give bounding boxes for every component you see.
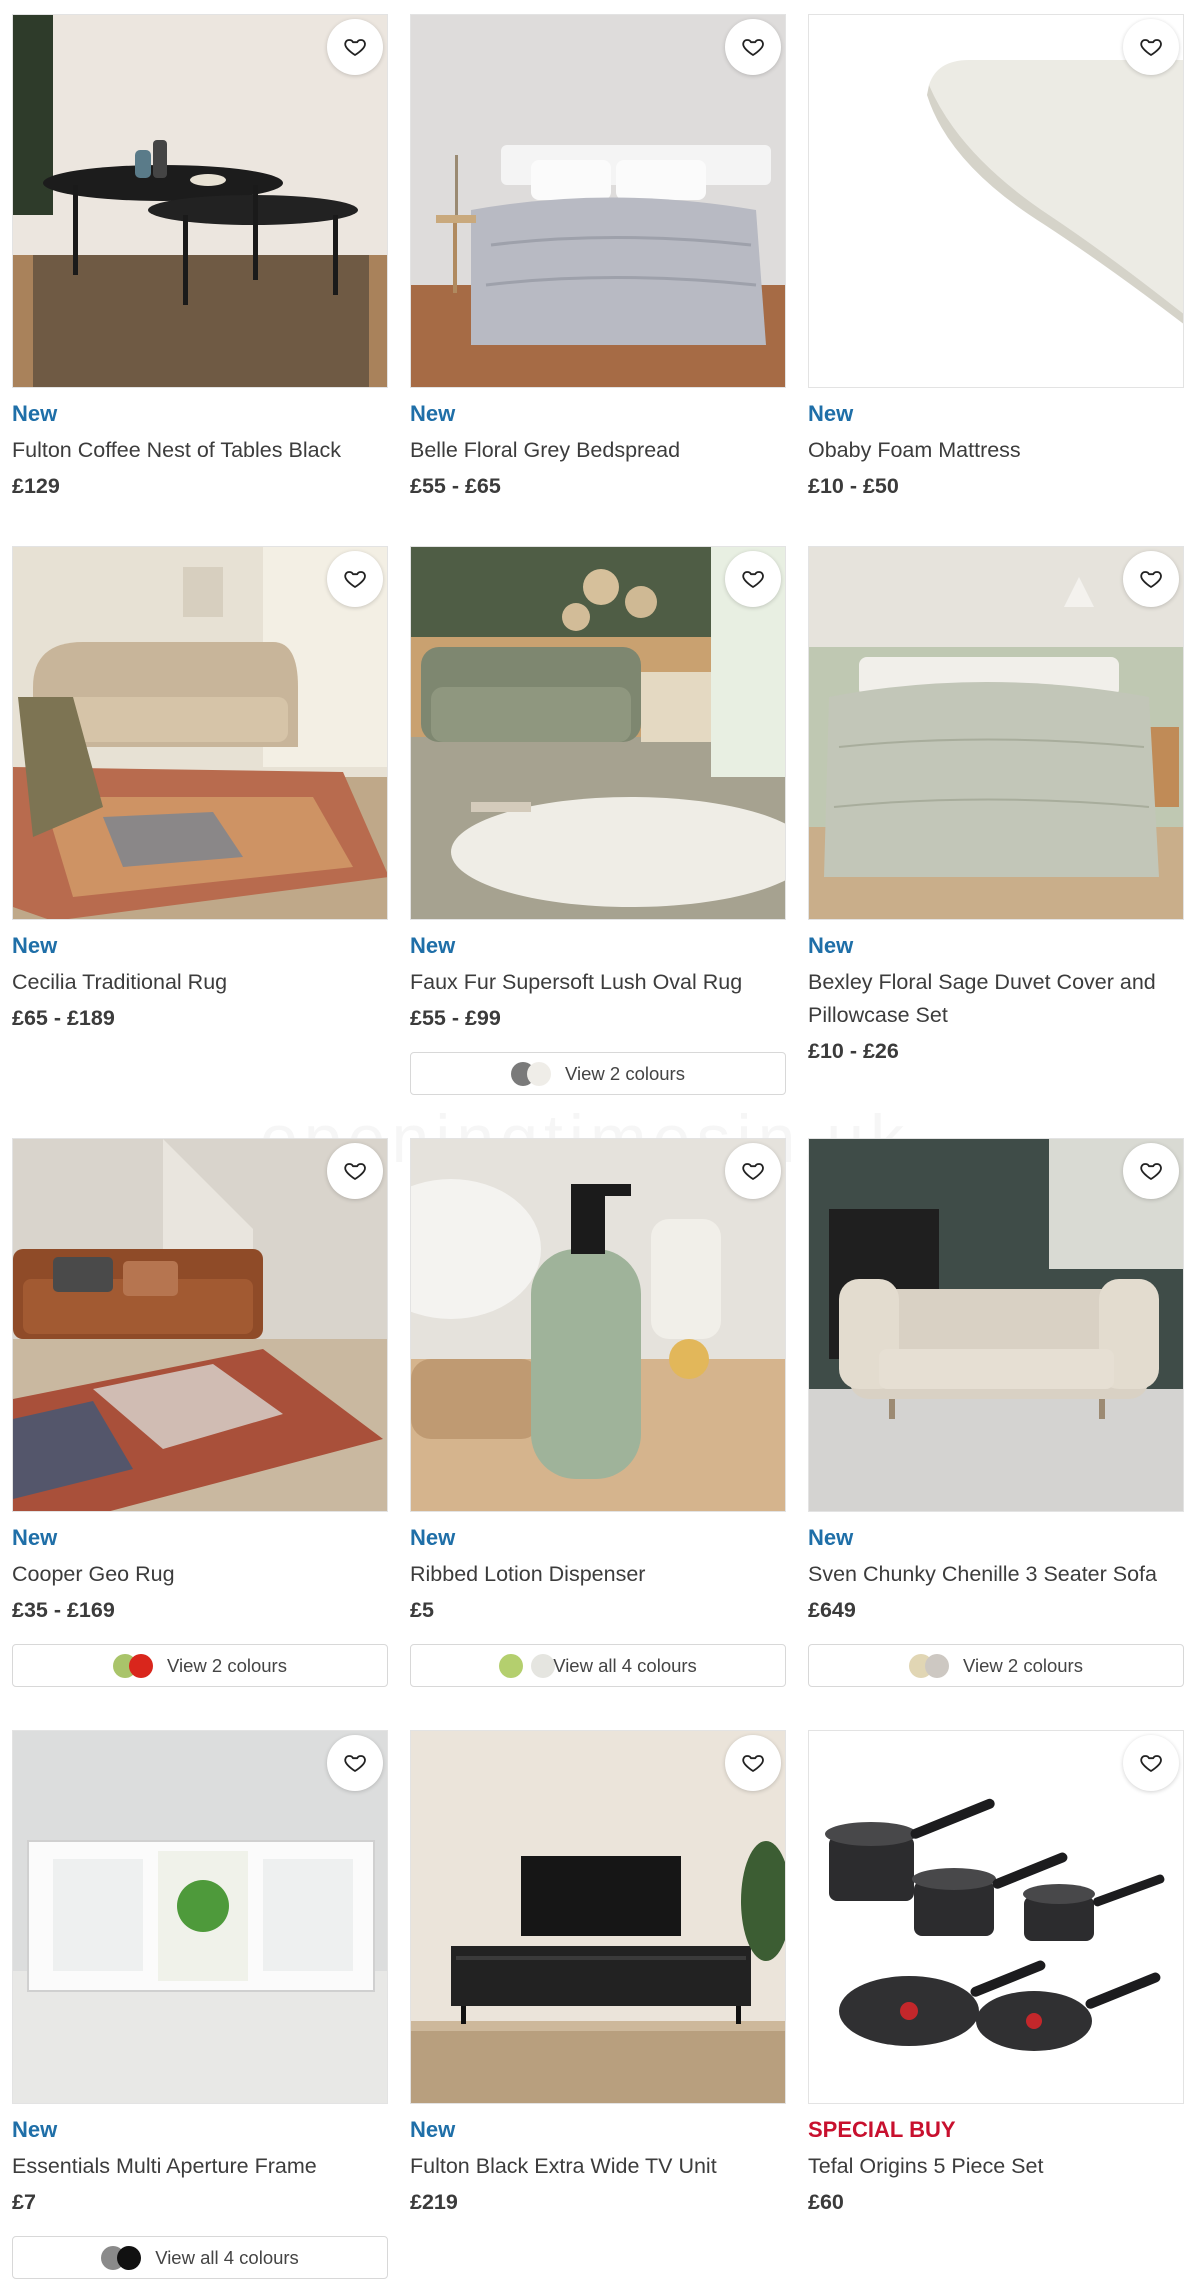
new-badge: New: [12, 401, 58, 426]
product-image[interactable]: [12, 1730, 388, 2104]
heart-icon: [742, 571, 764, 588]
view-colours-label: View 2 colours: [565, 1062, 685, 1084]
product-image[interactable]: [12, 546, 388, 920]
new-badge: New: [12, 933, 58, 958]
product-image[interactable]: [12, 14, 388, 388]
colour-swatch: [527, 1061, 551, 1086]
wishlist-button[interactable]: [1123, 551, 1179, 607]
product-price: £649: [808, 1598, 856, 1622]
product-price: £10 - £26: [808, 1039, 899, 1063]
view-colours-button[interactable]: View all 4 colours: [410, 1644, 786, 1687]
heart-icon: [1140, 571, 1162, 588]
view-colours-label: View all 4 colours: [155, 2246, 299, 2268]
heart-icon: [344, 1163, 366, 1180]
wishlist-button[interactable]: [1123, 19, 1179, 75]
product-title[interactable]: Fulton Coffee Nest of Tables Black: [12, 434, 388, 467]
new-badge: New: [808, 401, 854, 426]
wishlist-button[interactable]: [327, 1735, 383, 1791]
heart-icon: [742, 39, 764, 56]
new-badge: New: [410, 2117, 456, 2142]
view-colours-button[interactable]: View 2 colours: [12, 1644, 388, 1687]
view-colours-label: View 2 colours: [963, 1654, 1083, 1676]
colour-swatches: [499, 1653, 556, 1679]
view-colours-button[interactable]: View 2 colours: [410, 1052, 786, 1095]
product-title[interactable]: Sven Chunky Chenille 3 Seater Sofa: [808, 1558, 1184, 1591]
colour-swatch: [117, 2245, 142, 2270]
special-buy-badge: SPECIAL BUY: [808, 2117, 956, 2142]
wishlist-button[interactable]: [725, 551, 781, 607]
new-badge: New: [808, 933, 854, 958]
product-image[interactable]: [808, 14, 1184, 388]
heart-icon: [1140, 1163, 1162, 1180]
wishlist-button[interactable]: [327, 1143, 383, 1199]
heart-icon: [742, 1163, 764, 1180]
view-colours-button[interactable]: View 2 colours: [808, 1644, 1184, 1687]
product-title[interactable]: Belle Floral Grey Bedspread: [410, 434, 786, 467]
product-price: £10 - £50: [808, 474, 899, 498]
product-price: £129: [12, 474, 60, 498]
colour-swatch: [129, 1653, 153, 1678]
view-colours-label: View 2 colours: [167, 1654, 287, 1676]
heart-icon: [344, 571, 366, 588]
product-image[interactable]: [410, 1138, 786, 1512]
product-title[interactable]: Ribbed Lotion Dispenser: [410, 1558, 786, 1591]
product-price: £219: [410, 2190, 458, 2214]
product-price: £35 - £169: [12, 1598, 115, 1622]
product-image[interactable]: [410, 546, 786, 920]
new-badge: New: [410, 933, 456, 958]
wishlist-button[interactable]: [725, 1735, 781, 1791]
product-price: £60: [808, 2190, 844, 2214]
colour-swatches: [511, 1061, 555, 1087]
heart-icon: [742, 1755, 764, 1772]
new-badge: New: [808, 1525, 854, 1550]
heart-icon: [344, 39, 366, 56]
new-badge: New: [12, 2117, 58, 2142]
product-title[interactable]: Faux Fur Supersoft Lush Oval Rug: [410, 966, 786, 999]
product-image[interactable]: [410, 1730, 786, 2104]
heart-icon: [1140, 39, 1162, 56]
view-colours-label: View all 4 colours: [553, 1654, 697, 1676]
product-title[interactable]: Fulton Black Extra Wide TV Unit: [410, 2150, 786, 2183]
wishlist-button[interactable]: [725, 1143, 781, 1199]
product-image[interactable]: [410, 14, 786, 388]
colour-swatch: [531, 1653, 556, 1678]
wishlist-button[interactable]: [725, 19, 781, 75]
colour-swatches: [101, 2245, 145, 2271]
wishlist-button[interactable]: [327, 19, 383, 75]
product-price: £65 - £189: [12, 1006, 115, 1030]
product-price: £7: [12, 2190, 36, 2214]
heart-icon: [344, 1755, 366, 1772]
product-title[interactable]: Tefal Origins 5 Piece Set: [808, 2150, 1184, 2183]
product-image[interactable]: [808, 1138, 1184, 1512]
wishlist-button[interactable]: [1123, 1143, 1179, 1199]
colour-swatch: [499, 1653, 524, 1678]
colour-swatches: [909, 1653, 953, 1679]
wishlist-button[interactable]: [327, 551, 383, 607]
new-badge: New: [410, 401, 456, 426]
product-image[interactable]: [808, 1730, 1184, 2104]
product-price: £55 - £65: [410, 474, 501, 498]
product-title[interactable]: Cecilia Traditional Rug: [12, 966, 388, 999]
product-price: £5: [410, 1598, 434, 1622]
view-colours-button[interactable]: View all 4 colours: [12, 2236, 388, 2279]
product-image[interactable]: [808, 546, 1184, 920]
colour-swatches: [113, 1653, 157, 1679]
wishlist-button[interactable]: [1123, 1735, 1179, 1791]
heart-icon: [1140, 1755, 1162, 1772]
product-title[interactable]: Cooper Geo Rug: [12, 1558, 388, 1591]
product-price: £55 - £99: [410, 1006, 501, 1030]
product-title[interactable]: Bexley Floral Sage Duvet Cover and Pillo…: [808, 966, 1184, 1032]
colour-swatch: [925, 1653, 949, 1678]
product-title[interactable]: Obaby Foam Mattress: [808, 434, 1184, 467]
product-image[interactable]: [12, 1138, 388, 1512]
product-title[interactable]: Essentials Multi Aperture Frame: [12, 2150, 388, 2183]
new-badge: New: [12, 1525, 58, 1550]
new-badge: New: [410, 1525, 456, 1550]
